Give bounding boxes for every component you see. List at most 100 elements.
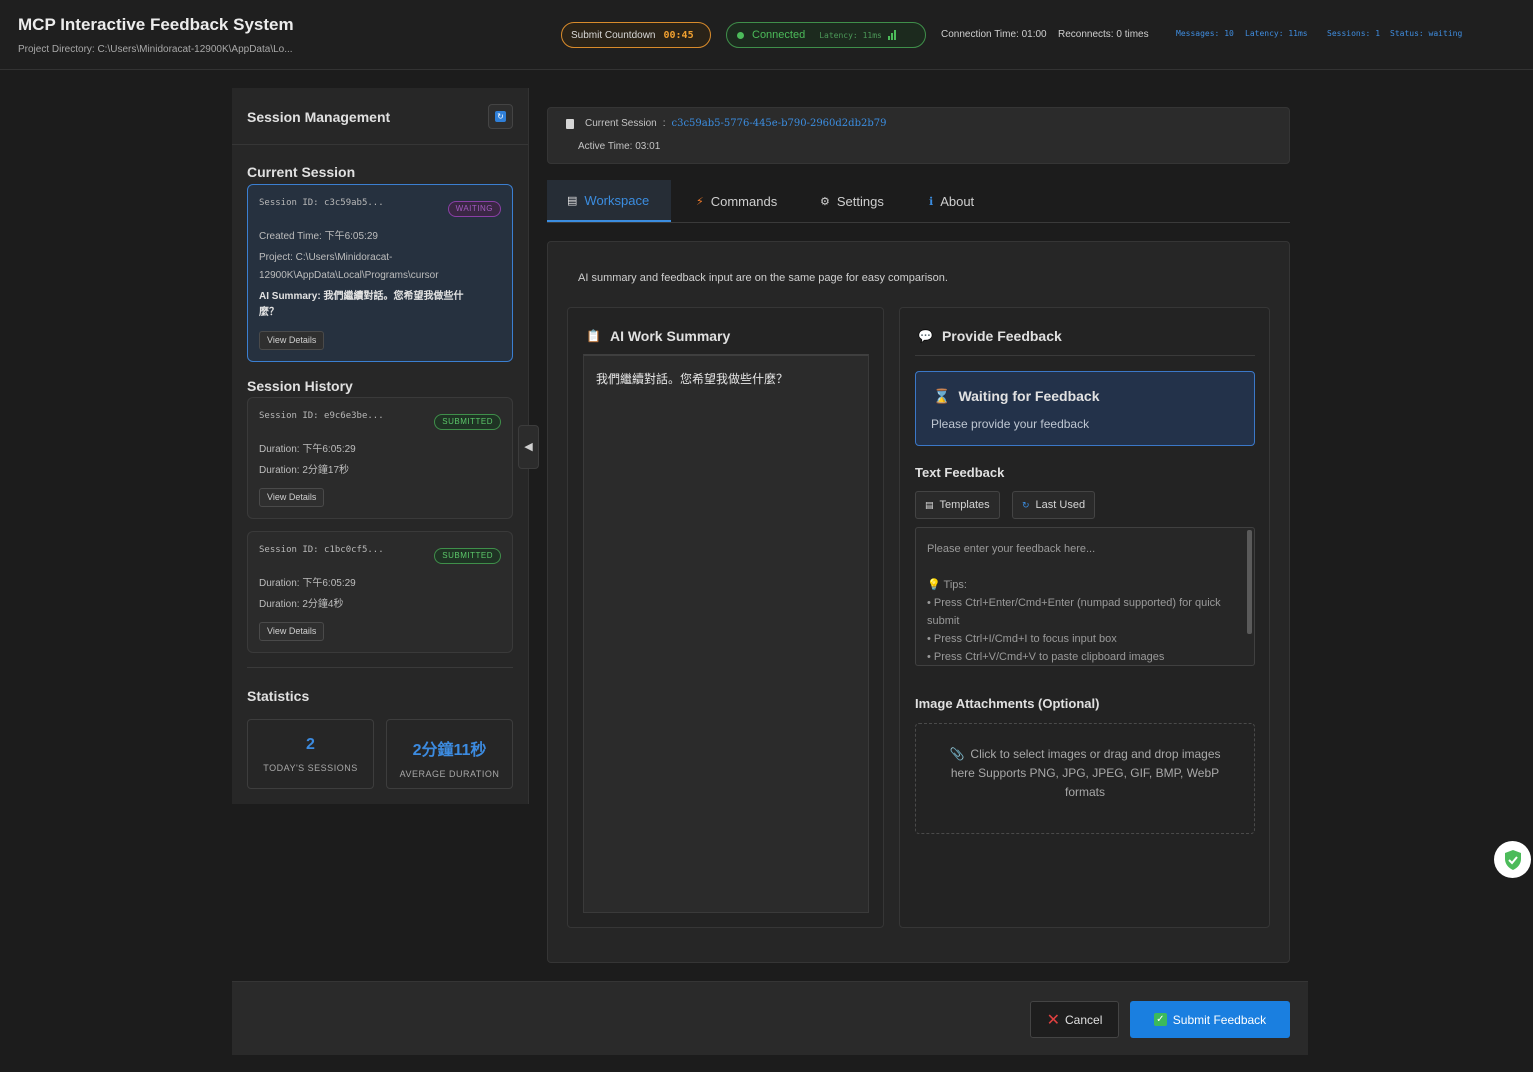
- text-feedback-label: Text Feedback: [915, 465, 1005, 480]
- document-icon: ▤: [925, 499, 934, 510]
- ai-summary: AI Summary: 我們繼續對話。您希望我做些什: [259, 291, 464, 302]
- sidebar-title: Session Management: [247, 109, 391, 125]
- checkmark-icon: ✓: [1153, 1013, 1167, 1026]
- main-tabs: ▤ Workspace ⚡ Commands ⚙ Settings ℹ Abou…: [547, 180, 1290, 223]
- session-sidebar: Session Management ↻ Current Session Ses…: [232, 88, 529, 804]
- waiting-subtitle: Please provide your feedback: [931, 417, 1090, 431]
- project-path-cont: 12900K\AppData\Local\Programs\cursor: [259, 270, 439, 281]
- app-header: MCP Interactive Feedback System Project …: [0, 0, 1533, 70]
- feedback-title: Provide Feedback: [941, 328, 1062, 344]
- countdown-value: 00:45: [663, 29, 694, 41]
- current-session-label: Current Session: [585, 118, 657, 129]
- active-time: Active Time: 03:01: [578, 141, 661, 152]
- shield-check-icon: [1504, 849, 1521, 870]
- feedback-placeholder: Please enter your feedback here... 💡 Tip…: [927, 543, 1221, 663]
- view-details-button[interactable]: View Details: [259, 622, 325, 641]
- speech-bubble-icon: 💬: [918, 329, 933, 343]
- status-dot-icon: [737, 31, 744, 39]
- session-duration: Duration: 下午6:05:29: [259, 578, 356, 589]
- workspace-panel: AI summary and feedback input are on the…: [547, 241, 1290, 963]
- document-icon: [566, 118, 574, 129]
- scrollbar[interactable]: [1247, 530, 1252, 634]
- history-session-card[interactable]: Session ID: e9c6e3be... SUBMITTED Durati…: [247, 397, 513, 519]
- summary-box: 我們繼續對話。您希望我做些什麼？: [583, 354, 869, 913]
- session-id: Session ID: c3c59ab5...: [259, 198, 384, 208]
- connection-time: Connection Time: 01:00: [941, 29, 1047, 40]
- status-badge: WAITING: [447, 201, 501, 217]
- session-id-link[interactable]: c3c59ab5-5776-445e-b790-2960d2db2b79: [671, 118, 886, 129]
- image-attachments-label: Image Attachments (Optional): [915, 696, 1100, 711]
- current-session-heading: Current Session: [247, 164, 356, 180]
- todays-sessions-stat: 2 TODAY'S SESSIONS: [247, 719, 374, 789]
- submit-feedback-button[interactable]: ✓ Submit Feedback: [1130, 1001, 1290, 1038]
- connection-label: Connected: [752, 29, 806, 41]
- divider: [915, 355, 1255, 356]
- project-directory: Project Directory: C:\Users\Minidoracat-…: [18, 44, 293, 55]
- session-duration: Duration: 下午6:05:29: [259, 444, 356, 455]
- workspace-description: AI summary and feedback input are on the…: [578, 272, 948, 284]
- lightning-icon: ⚡: [696, 195, 704, 208]
- current-session-bar: Current Session : c3c59ab5-5776-445e-b79…: [547, 107, 1290, 164]
- view-details-button[interactable]: View Details: [259, 488, 325, 507]
- feedback-panel: 💬 Provide Feedback ⌛ Waiting for Feedback…: [899, 307, 1270, 928]
- tab-commands[interactable]: ⚡ Commands: [676, 180, 797, 222]
- session-id: Session ID: e9c6e3be...: [259, 411, 384, 421]
- submit-countdown: Submit Countdown 00:45: [561, 22, 711, 48]
- document-icon: ▤: [567, 194, 578, 207]
- image-drop-zone[interactable]: 📎 Click to select images or drag and drop…: [915, 723, 1255, 834]
- clipboard-icon: 📋: [586, 329, 601, 343]
- refresh-button[interactable]: ↻: [488, 104, 513, 129]
- summary-text: 我們繼續對話。您希望我做些什麼？: [596, 372, 789, 386]
- statistics-heading: Statistics: [247, 688, 310, 704]
- status-stat: Status: waiting: [1390, 29, 1463, 38]
- current-session-card[interactable]: Session ID: c3c59ab5... WAITING Created …: [247, 184, 513, 362]
- sidebar-divider: [247, 667, 513, 668]
- chevron-left-icon: ◀: [524, 441, 533, 453]
- shield-icon[interactable]: [1494, 841, 1531, 878]
- app-title: MCP Interactive Feedback System: [18, 15, 294, 34]
- session-duration: Duration: 2分鐘4秒: [259, 599, 344, 610]
- stat-label: TODAY'S SESSIONS: [263, 763, 358, 773]
- stat-label: AVERAGE DURATION: [399, 769, 500, 779]
- templates-button[interactable]: ▤ Templates: [915, 491, 1000, 519]
- feedback-input[interactable]: Please enter your feedback here... 💡 Tip…: [915, 527, 1255, 666]
- history-session-card[interactable]: Session ID: c1bc0cf5... SUBMITTED Durati…: [247, 531, 513, 653]
- hourglass-icon: ⌛: [933, 388, 951, 404]
- messages-stat: Messages: 10: [1176, 29, 1234, 38]
- stat-value: 2分鐘11秒: [412, 742, 487, 759]
- drop-zone-text: Click to select images or drag and drop …: [950, 747, 1221, 799]
- view-details-button[interactable]: View Details: [259, 331, 325, 350]
- cancel-button[interactable]: ✕ Cancel: [1030, 1001, 1119, 1038]
- session-duration: Duration: 2分鐘17秒: [259, 465, 350, 476]
- ai-summary-cont: 麼？: [259, 307, 279, 318]
- latency-stat: Latency: 11ms: [1245, 29, 1308, 38]
- gear-icon: ⚙: [820, 195, 830, 208]
- close-icon: ✕: [1046, 1011, 1061, 1029]
- created-time: Created Time: 下午6:05:29: [259, 231, 378, 242]
- connection-status: Connected Latency: 11ms: [726, 22, 926, 48]
- refresh-icon: ↻: [495, 111, 506, 122]
- waiting-status-box: ⌛ Waiting for Feedback Please provide you…: [915, 371, 1255, 446]
- tab-about[interactable]: ℹ About: [909, 180, 994, 222]
- waiting-title: Waiting for Feedback: [958, 388, 1100, 404]
- sessions-stat: Sessions: 1: [1327, 29, 1381, 38]
- summary-title: AI Work Summary: [609, 328, 731, 344]
- session-id: Session ID: c1bc0cf5...: [259, 545, 384, 555]
- tab-workspace[interactable]: ▤ Workspace: [547, 180, 671, 222]
- countdown-label: Submit Countdown: [571, 29, 656, 41]
- refresh-icon: ↻: [1022, 499, 1030, 510]
- connection-latency: Latency: 11ms: [819, 30, 882, 40]
- collapse-sidebar-button[interactable]: ◀: [518, 425, 539, 469]
- status-badge: SUBMITTED: [434, 548, 501, 564]
- signal-bars-icon: [887, 30, 896, 40]
- separator: :: [662, 118, 666, 129]
- last-used-button[interactable]: ↻ Last Used: [1012, 491, 1096, 519]
- action-footer: ✕ Cancel ✓ Submit Feedback: [232, 981, 1308, 1055]
- stat-value: 2: [306, 736, 315, 753]
- ai-summary-panel: 📋 AI Work Summary 我們繼續對話。您希望我做些什麼？: [567, 307, 884, 928]
- average-duration-stat: 2分鐘11秒 AVERAGE DURATION: [386, 719, 513, 789]
- sidebar-header: Session Management ↻: [232, 88, 528, 145]
- status-badge: SUBMITTED: [434, 414, 501, 430]
- tab-settings[interactable]: ⚙ Settings: [800, 180, 904, 222]
- reconnects-count: Reconnects: 0 times: [1058, 29, 1149, 40]
